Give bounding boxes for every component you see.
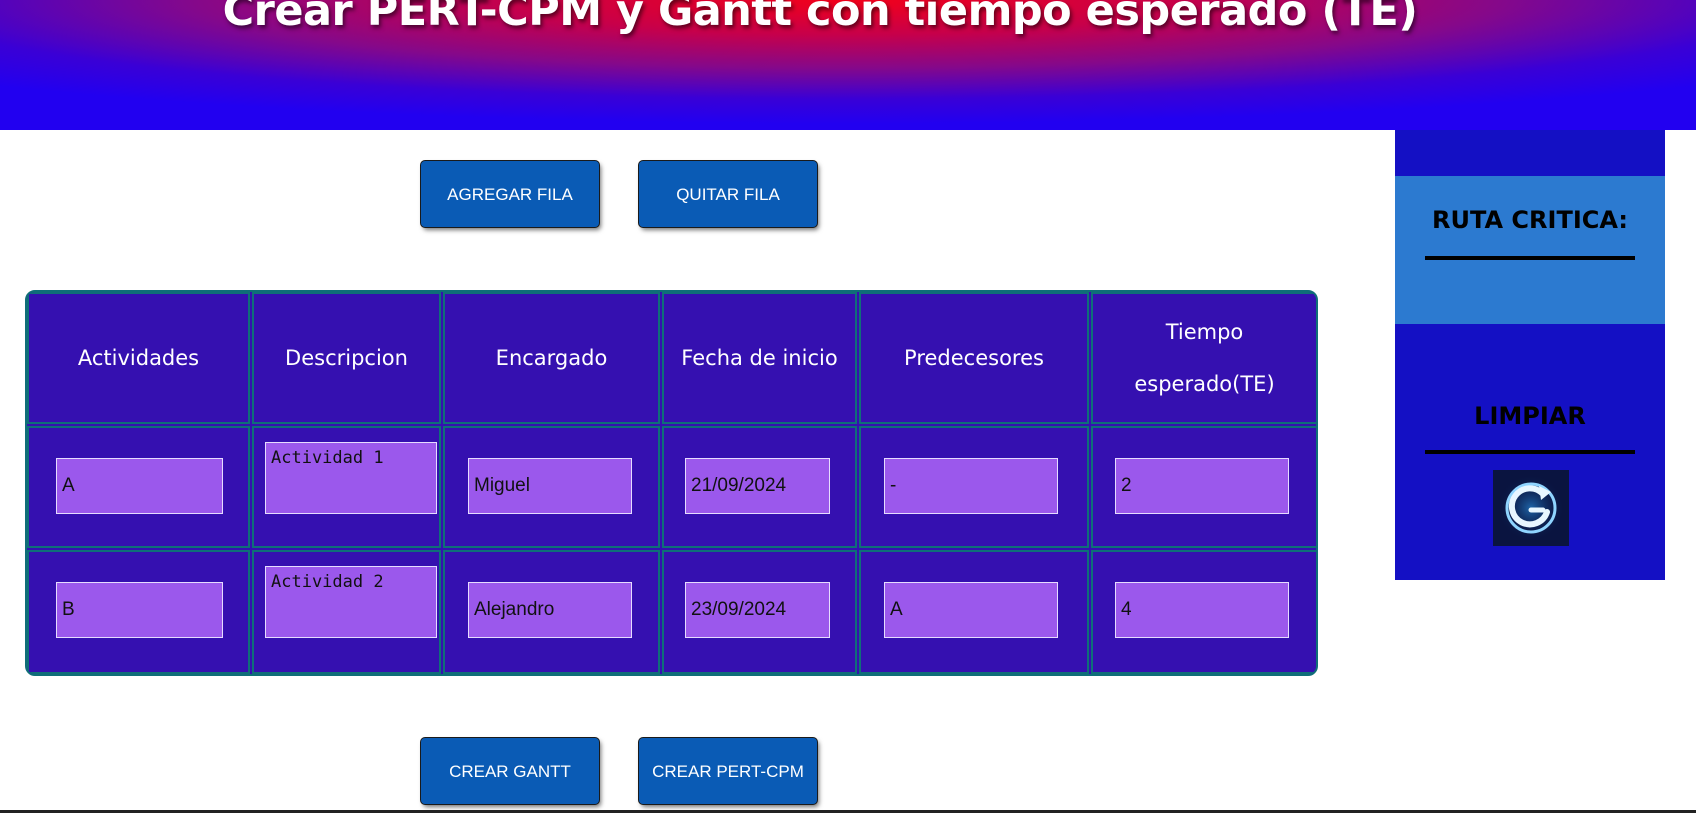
activity-input[interactable]: A — [56, 458, 223, 514]
header-fecha-inicio: Fecha de inicio — [662, 292, 857, 424]
assignee-input[interactable]: Miguel — [468, 458, 632, 514]
expected-time-input[interactable]: 2 — [1115, 458, 1289, 514]
activity-input[interactable]: B — [56, 582, 223, 638]
header-tiempo-esperado: Tiempo esperado(TE) — [1091, 292, 1316, 424]
start-date-input[interactable]: 23/09/2024 — [685, 582, 830, 638]
page-header: Crear PERT-CPM y Gantt con tiempo espera… — [0, 0, 1696, 130]
refresh-icon[interactable] — [1493, 470, 1569, 546]
create-gantt-button[interactable]: CREAR GANTT — [421, 738, 599, 804]
predecessors-input[interactable]: - — [884, 458, 1058, 514]
header-predecesores: Predecesores — [859, 292, 1089, 424]
expected-time-input[interactable]: 4 — [1115, 582, 1289, 638]
header-descripcion: Descripcion — [252, 292, 441, 424]
activities-table: Actividades Descripcion Encargado Fecha … — [25, 290, 1318, 676]
description-textarea[interactable]: Actividad 2 — [265, 566, 437, 638]
remove-row-button[interactable]: QUITAR FILA — [639, 161, 817, 227]
divider — [1425, 450, 1635, 454]
critical-path-label: RUTA CRITICA: — [1432, 206, 1628, 234]
start-date-input[interactable]: 21/09/2024 — [685, 458, 830, 514]
assignee-input[interactable]: Alejandro — [468, 582, 632, 638]
header-encargado: Encargado — [443, 292, 660, 424]
predecessors-input[interactable]: A — [884, 582, 1058, 638]
description-textarea[interactable]: Actividad 1 — [265, 442, 437, 514]
add-row-button[interactable]: AGREGAR FILA — [421, 161, 599, 227]
divider — [1425, 256, 1635, 260]
critical-path-section: RUTA CRITICA: — [1395, 176, 1665, 324]
page-title: Crear PERT-CPM y Gantt con tiempo espera… — [222, 0, 1418, 36]
header-actividades: Actividades — [27, 292, 250, 424]
clear-label: LIMPIAR — [1474, 402, 1586, 430]
create-pert-cpm-button[interactable]: CREAR PERT-CPM — [639, 738, 817, 804]
critical-path-panel: RUTA CRITICA: LIMPIAR — [1395, 130, 1665, 580]
